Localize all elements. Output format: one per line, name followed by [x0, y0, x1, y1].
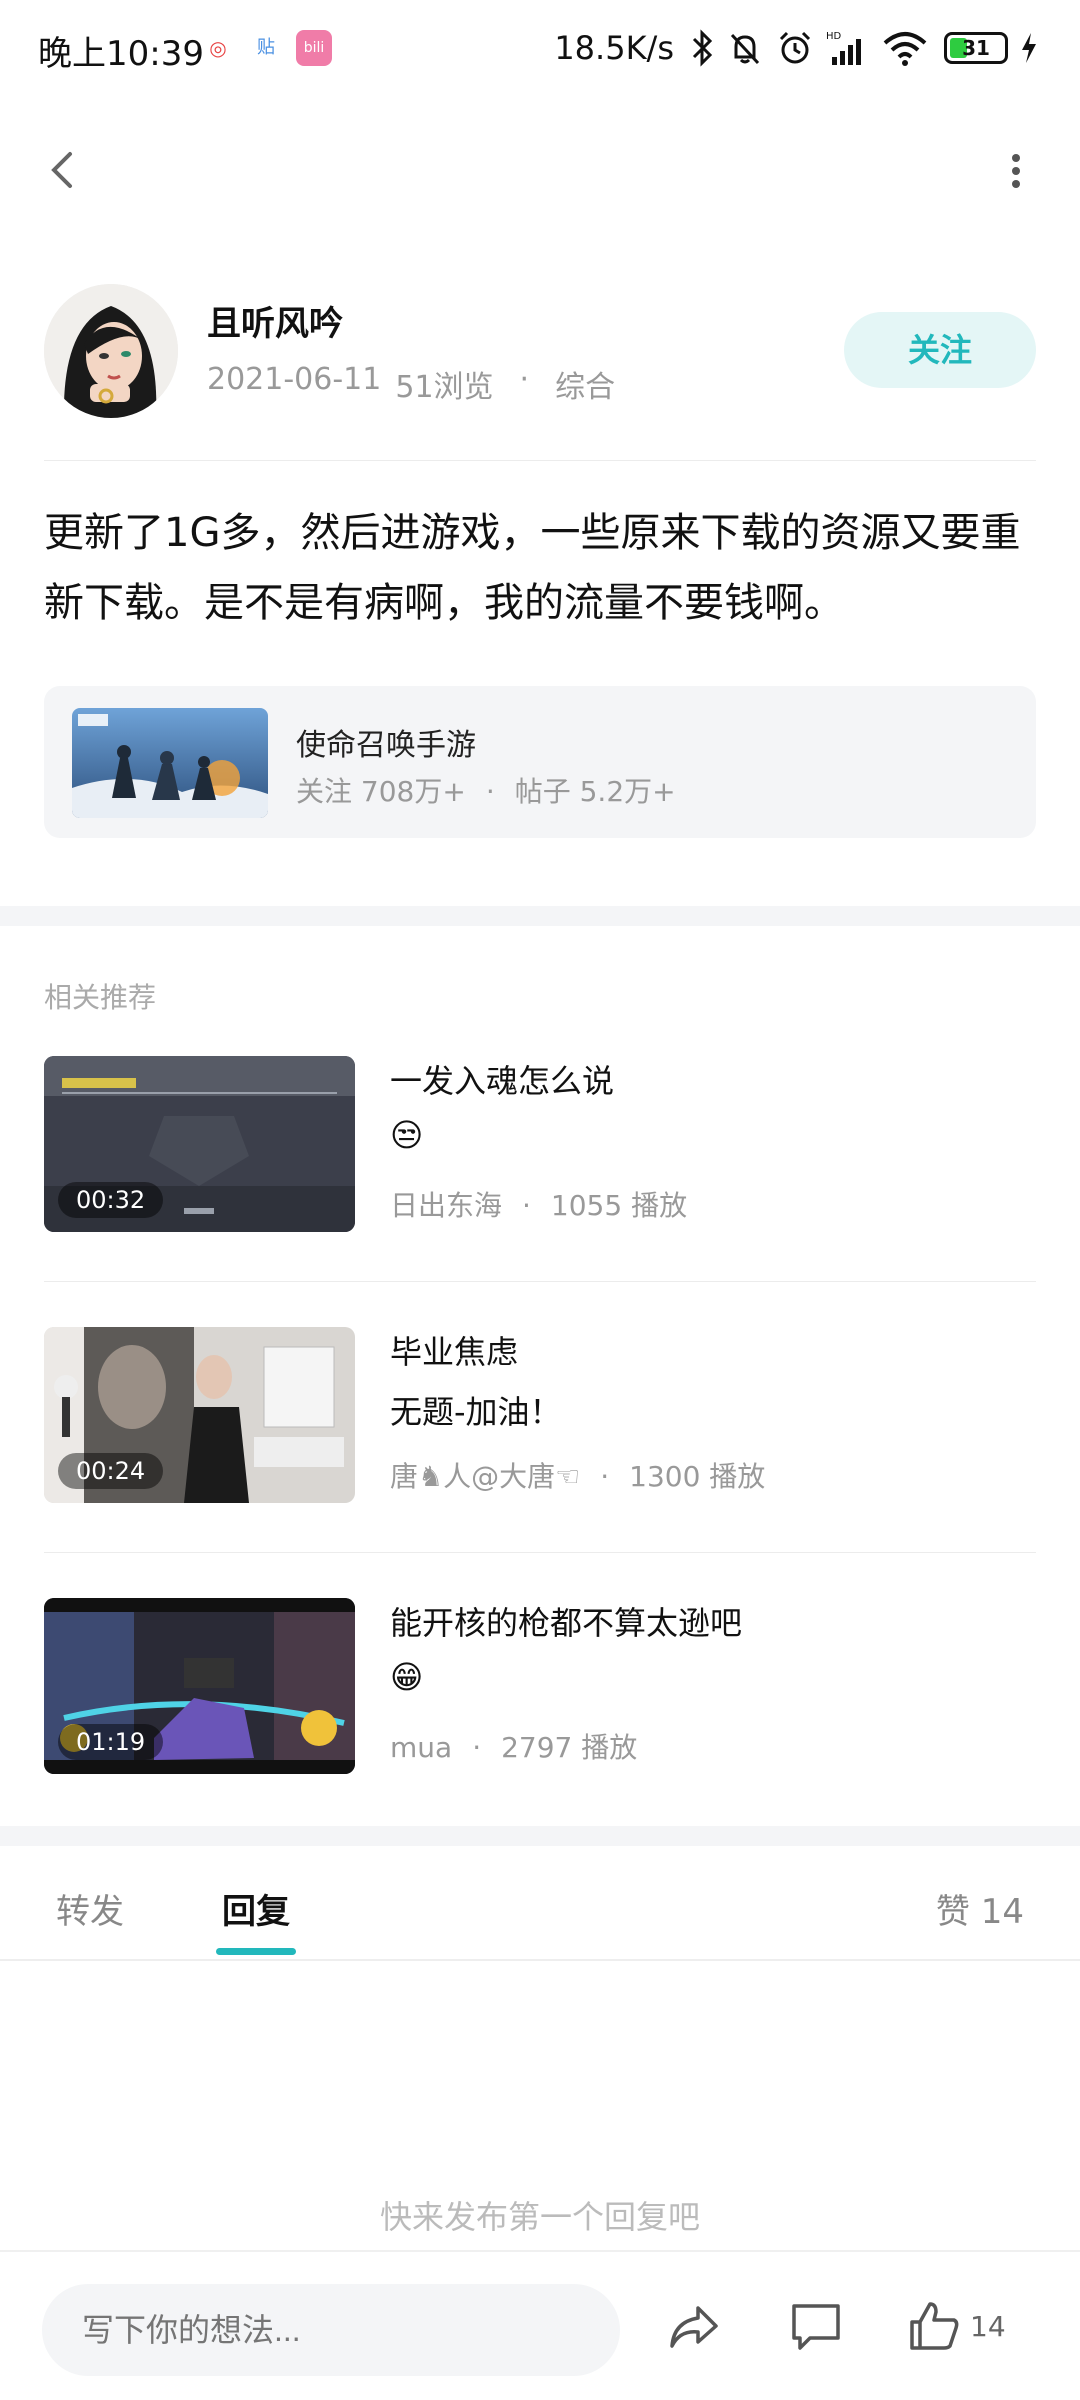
section-separator — [0, 1826, 1080, 1846]
video-title: 毕业焦虑 — [390, 1333, 519, 1371]
battery-level: 31 — [962, 36, 990, 60]
bottom-action-bar: 14 — [0, 2250, 1080, 2400]
recommendations-title: 相关推荐 — [44, 981, 157, 1014]
network-speed: 18.5K/s — [554, 29, 674, 67]
battery-indicator: 31 — [944, 32, 1008, 64]
game-posts: 帖子 5.2万+ — [514, 775, 676, 808]
video-meta: mua · 2797 播放 — [390, 1731, 638, 1764]
video-title: 能开核的枪都不算太逊吧 — [390, 1604, 743, 1642]
game-name: 使命召唤手游 — [296, 728, 476, 763]
game-card[interactable]: 使命召唤手游 关注 708万+ · 帖子 5.2万+ — [44, 686, 1036, 838]
chevron-left-icon — [51, 152, 72, 188]
post-date: 2021-06-11 — [207, 362, 382, 397]
back-button[interactable] — [34, 140, 94, 200]
more-options-button[interactable] — [986, 140, 1046, 200]
tieba-icon: 贴 — [257, 37, 275, 58]
video-thumbnail: 00:32 — [44, 1056, 355, 1232]
charging-icon — [1022, 33, 1036, 63]
video-plays: 1300 播放 — [629, 1460, 766, 1493]
video-meta: 日出东海 · 1055 播放 — [390, 1189, 688, 1222]
more-vertical-icon — [1012, 154, 1020, 188]
video-thumbnail: 00:24 — [44, 1327, 355, 1503]
video-author: 唐♞人@大唐☜ — [390, 1460, 581, 1493]
video-duration: 00:32 — [58, 1182, 164, 1218]
video-title: 一发入魂怎么说 — [390, 1062, 615, 1100]
video-author: mua — [390, 1731, 453, 1764]
tab-likes[interactable]: 赞 14 — [936, 1884, 1024, 1933]
recommendation-item[interactable]: 00:32 一发入魂怎么说 😒 日出东海 · 1055 播放 — [44, 1056, 1036, 1232]
video-duration: 01:19 — [58, 1724, 164, 1760]
author-name[interactable]: 且听风吟 — [207, 296, 343, 345]
post-views: 51浏览 — [395, 370, 494, 405]
weibo-icon: ◎ — [209, 36, 227, 60]
status-bar: 晚上10:39 ◎ 贴 bili 18.5K/s HD 31 — [0, 0, 1080, 96]
mute-bell-icon — [730, 33, 760, 65]
like-count: 14 — [970, 2310, 1006, 2343]
alarm-icon — [779, 31, 811, 64]
tab-repost[interactable]: 转发 — [56, 1884, 124, 1933]
bilibili-icon: bili — [296, 30, 332, 66]
signal-icon: HD — [826, 31, 861, 65]
game-cover-image — [72, 708, 268, 818]
video-thumbnail: 01:19 — [44, 1598, 355, 1774]
share-button[interactable] — [664, 2296, 724, 2356]
empty-replies-message: 快来发布第一个回复吧 — [379, 2198, 700, 2236]
video-meta: 唐♞人@大唐☜ · 1300 播放 — [390, 1460, 766, 1493]
game-followers: 关注 708万+ — [296, 775, 466, 808]
status-time: 晚上10:39 — [38, 34, 204, 74]
tab-reply[interactable]: 回复 — [222, 1884, 290, 1933]
author-meta: 2021-06-11 51浏览 · 综合 — [207, 362, 616, 405]
divider — [0, 1959, 1080, 1961]
svg-text:HD: HD — [826, 31, 842, 42]
wifi-icon — [883, 32, 927, 66]
video-subtitle: 😒 — [390, 1116, 424, 1154]
post-category: 综合 — [555, 370, 616, 405]
video-subtitle: 😁 — [390, 1658, 424, 1696]
author-avatar[interactable] — [44, 284, 178, 418]
video-author: 日出东海 — [390, 1189, 503, 1222]
post-content: 更新了1G多，然后进游戏，一些原来下载的资源又要重新下载。是不是有病啊，我的流量… — [44, 510, 1021, 626]
video-duration: 00:24 — [58, 1453, 164, 1489]
share-icon — [670, 2306, 718, 2348]
comment-tabs: 转发 回复 赞 14 — [0, 1846, 1080, 1960]
divider — [44, 460, 1036, 461]
comment-button[interactable] — [786, 2296, 846, 2356]
comment-icon — [792, 2304, 840, 2350]
divider — [44, 1552, 1036, 1553]
follow-button[interactable]: 关注 — [844, 312, 1036, 388]
video-subtitle: 无题-加油！ — [390, 1393, 562, 1431]
game-stats: 关注 708万+ · 帖子 5.2万+ — [296, 775, 676, 808]
comment-input[interactable] — [42, 2284, 620, 2376]
bluetooth-icon — [692, 29, 713, 67]
status-right: 18.5K/s HD 31 — [554, 24, 1038, 72]
divider — [44, 1281, 1036, 1282]
section-separator — [0, 906, 1080, 926]
recommendation-item[interactable]: 01:19 能开核的枪都不算太逊吧 😁 mua · 2797 播放 — [44, 1598, 1036, 1774]
thumbs-up-icon — [910, 2302, 959, 2350]
active-tab-indicator — [216, 1948, 296, 1955]
like-button[interactable] — [904, 2296, 964, 2356]
video-plays: 2797 播放 — [501, 1731, 638, 1764]
recommendation-item[interactable]: 00:24 毕业焦虑 无题-加油！ 唐♞人@大唐☜ · 1300 播放 — [44, 1327, 1036, 1503]
video-plays: 1055 播放 — [550, 1189, 688, 1222]
